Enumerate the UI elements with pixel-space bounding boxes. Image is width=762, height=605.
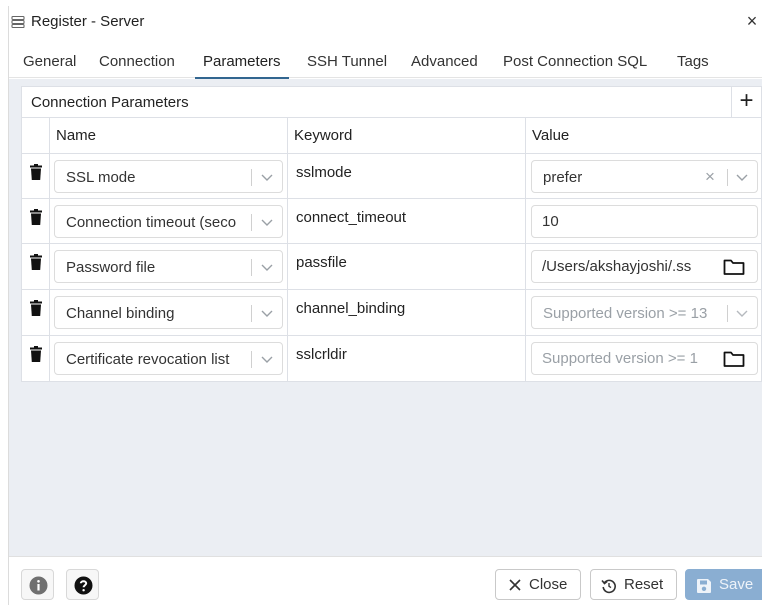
info-icon (29, 576, 48, 595)
value-select[interactable]: prefer × (531, 160, 758, 193)
help-icon (74, 576, 93, 595)
select-separator (251, 305, 252, 322)
column-header-actions (22, 118, 50, 154)
panel-title: Connection Parameters (31, 94, 189, 111)
trash-icon[interactable] (30, 254, 42, 270)
value-select-value: prefer (543, 169, 583, 186)
table-row: Certificate revocation list sslcrldir Su… (22, 336, 761, 382)
reset-button-label: Reset (624, 576, 664, 593)
connection-parameters-panel: Connection Parameters + Name Keyword Val… (21, 86, 762, 382)
select-separator (251, 169, 252, 186)
table-row: Channel binding channel_binding Supporte… (22, 290, 761, 336)
chevron-down-icon[interactable] (260, 352, 274, 366)
register-server-dialog: Register - Server × General Connection P… (8, 6, 762, 605)
help-button[interactable] (66, 569, 99, 600)
folder-icon[interactable] (723, 350, 745, 368)
clear-icon[interactable]: × (705, 167, 715, 187)
column-header-value: Value (526, 118, 762, 154)
tab-tags[interactable]: Tags (677, 42, 709, 78)
column-header-keyword: Keyword (288, 118, 526, 154)
tab-parameters[interactable]: Parameters (195, 42, 289, 79)
title-bar: Register - Server × (9, 6, 762, 38)
save-icon (697, 579, 711, 593)
tab-ssh-tunnel[interactable]: SSH Tunnel (307, 42, 387, 78)
name-select[interactable]: Channel binding (54, 296, 283, 329)
close-icon[interactable]: × (743, 11, 761, 32)
keyword-cell: connect_timeout (296, 209, 407, 226)
name-select-value: Certificate revocation list (66, 351, 230, 368)
select-separator (251, 351, 252, 368)
chevron-down-icon[interactable] (260, 215, 274, 229)
chevron-down-icon[interactable] (260, 170, 274, 184)
keyword-cell: sslmode (296, 164, 352, 181)
name-select[interactable]: Connection timeout (seco (54, 205, 283, 238)
save-button-label: Save (719, 576, 754, 593)
reset-icon (601, 579, 616, 594)
name-select-value: SSL mode (66, 169, 136, 186)
tab-connection[interactable]: Connection (99, 42, 175, 78)
select-separator (727, 305, 728, 322)
reset-button[interactable]: Reset (590, 569, 677, 600)
trash-icon[interactable] (30, 164, 42, 180)
close-button-label: Close (529, 576, 568, 593)
keyword-cell: sslcrldir (296, 346, 347, 363)
trash-icon[interactable] (30, 300, 42, 316)
trash-icon[interactable] (30, 346, 42, 362)
table-row: Password file passfile /Users/akshayjosh… (22, 244, 761, 290)
info-button[interactable] (21, 569, 54, 600)
close-icon (509, 579, 521, 591)
name-select-value: Password file (66, 259, 156, 276)
chevron-down-icon[interactable] (260, 260, 274, 274)
file-path-value: /Users/akshayjoshi/.ss (542, 258, 692, 275)
dialog-footer: Close Reset Save (9, 556, 762, 605)
close-button[interactable]: Close (495, 569, 581, 600)
select-separator (251, 214, 252, 231)
name-select-value: Connection timeout (seco (66, 214, 237, 231)
save-button[interactable]: Save (685, 569, 762, 600)
table-row: Connection timeout (seco connect_timeout… (22, 199, 761, 244)
keyword-cell: passfile (296, 254, 347, 271)
tab-advanced[interactable]: Advanced (411, 42, 478, 78)
keyword-cell: channel_binding (296, 300, 406, 317)
value-select: Supported version >= 13 (531, 296, 758, 329)
trash-icon[interactable] (30, 209, 42, 225)
tab-general[interactable]: General (23, 42, 76, 78)
select-separator (251, 259, 252, 276)
name-select-value: Channel binding (66, 305, 175, 322)
value-input[interactable]: 10 (531, 205, 758, 238)
name-select[interactable]: Password file (54, 250, 283, 283)
chevron-down-icon[interactable] (260, 306, 274, 320)
file-path-value: Supported version >= 1 (542, 350, 698, 367)
dialog-title: Register - Server (31, 13, 145, 30)
chevron-down-icon[interactable] (735, 170, 749, 184)
server-icon (11, 15, 25, 29)
folder-icon[interactable] (723, 258, 745, 276)
chevron-down-icon (736, 310, 748, 317)
table-row: SSL mode sslmode prefer × (22, 154, 761, 199)
value-select-value: Supported version >= 13 (543, 305, 708, 322)
rows-container: SSL mode sslmode prefer × Connection tim… (22, 154, 761, 382)
add-row-button[interactable]: + (731, 87, 761, 118)
tab-bar: General Connection Parameters SSH Tunnel… (9, 42, 762, 79)
name-select[interactable]: Certificate revocation list (54, 342, 283, 375)
column-header-name: Name (50, 118, 288, 154)
select-separator (727, 169, 728, 186)
name-select[interactable]: SSL mode (54, 160, 283, 193)
tab-post-connection-sql[interactable]: Post Connection SQL (503, 42, 647, 78)
panel-header: Connection Parameters + (22, 87, 761, 118)
